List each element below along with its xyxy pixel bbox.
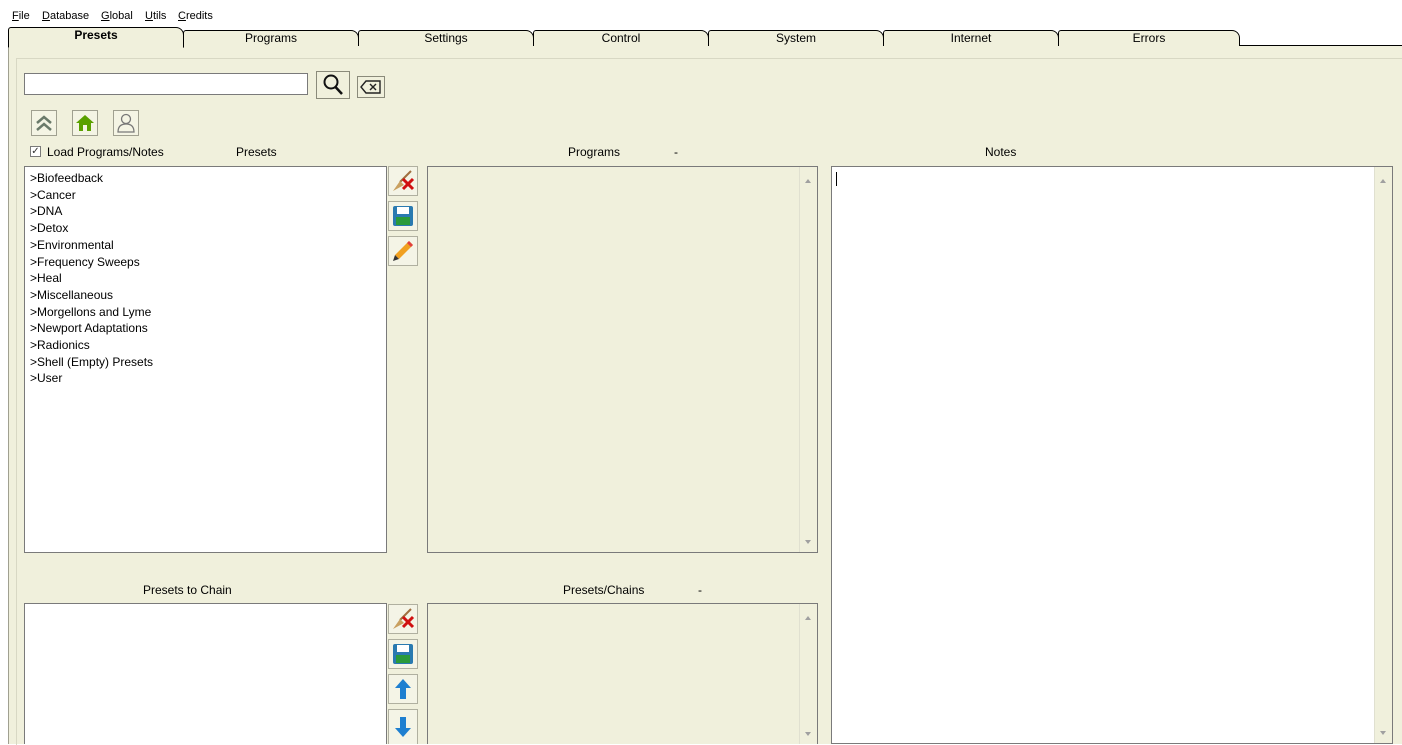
menu-utils[interactable]: Utils (145, 10, 166, 22)
list-item[interactable]: >Miscellaneous (25, 287, 386, 304)
notes-scrollbar[interactable] (1374, 167, 1392, 743)
save-disk-icon (393, 206, 413, 226)
clear-search-button[interactable] (357, 76, 385, 98)
scroll-up-icon[interactable] (805, 179, 811, 183)
tab-internet[interactable]: Internet (883, 30, 1059, 46)
search-button[interactable] (316, 71, 350, 99)
broom-delete-icon (393, 608, 415, 629)
save-preset-button[interactable] (388, 201, 418, 231)
menu-global[interactable]: Global (101, 10, 133, 22)
programs-count: - (674, 145, 678, 159)
collapse-up-button[interactable] (31, 110, 57, 136)
list-item[interactable]: >Heal (25, 270, 386, 287)
home-icon (76, 115, 94, 131)
scroll-up-icon[interactable] (1380, 179, 1386, 183)
presets-to-chain-list[interactable] (24, 603, 387, 744)
programs-list[interactable] (427, 166, 818, 553)
menu-database[interactable]: Database (42, 10, 89, 22)
presets-chains-count: - (698, 583, 702, 597)
menu-file[interactable]: File (12, 10, 30, 22)
presets-list[interactable]: >Biofeedback >Cancer >DNA >Detox >Enviro… (24, 166, 387, 553)
list-item[interactable]: >Shell (Empty) Presets (25, 354, 386, 371)
list-item[interactable]: >Cancer (25, 187, 386, 204)
edit-preset-button[interactable] (388, 236, 418, 266)
list-item[interactable]: >Newport Adaptations (25, 320, 386, 337)
list-item[interactable]: >DNA (25, 203, 386, 220)
presets-to-chain-title: Presets to Chain (143, 583, 232, 597)
list-item[interactable]: >Radionics (25, 337, 386, 354)
scroll-down-icon[interactable] (805, 540, 811, 544)
save-disk-icon (393, 644, 413, 664)
scroll-up-icon[interactable] (805, 616, 811, 620)
text-caret (836, 172, 837, 186)
tab-control[interactable]: Control (533, 30, 709, 46)
pencil-edit-icon (393, 241, 413, 261)
move-up-button[interactable] (388, 674, 418, 704)
load-programs-notes-checkbox[interactable]: ✓ (30, 146, 41, 157)
user-button[interactable] (113, 110, 139, 136)
list-item[interactable]: >Morgellons and Lyme (25, 304, 386, 321)
save-chain-button[interactable] (388, 639, 418, 669)
move-down-button[interactable] (388, 709, 418, 744)
scroll-down-icon[interactable] (805, 732, 811, 736)
list-item[interactable]: >Biofeedback (25, 170, 386, 187)
menu-bar: File Database Global Utils Credits (0, 0, 1402, 22)
presets-chains-list[interactable] (427, 603, 818, 744)
list-item[interactable]: >Environmental (25, 237, 386, 254)
arrow-up-icon (395, 679, 411, 699)
tab-errors[interactable]: Errors (1058, 30, 1240, 46)
tab-system[interactable]: System (708, 30, 884, 46)
tab-programs[interactable]: Programs (183, 30, 359, 46)
presets-title: Presets (236, 145, 277, 159)
delete-preset-button[interactable] (388, 166, 418, 196)
list-item[interactable]: >Frequency Sweeps (25, 254, 386, 271)
chains-scrollbar[interactable] (799, 604, 817, 744)
presets-chains-title: Presets/Chains (563, 583, 645, 597)
home-button[interactable] (72, 110, 98, 136)
list-item[interactable]: >Detox (25, 220, 386, 237)
notes-textarea[interactable] (831, 166, 1393, 744)
programs-scrollbar[interactable] (799, 167, 817, 552)
list-item[interactable]: >User (25, 370, 386, 387)
menu-credits[interactable]: Credits (178, 10, 213, 22)
scroll-down-icon[interactable] (1380, 731, 1386, 735)
load-programs-notes-label: Load Programs/Notes (47, 145, 164, 159)
backspace-clear-icon (360, 80, 381, 94)
magnifier-icon (323, 74, 343, 95)
user-icon (117, 113, 135, 133)
programs-title: Programs (568, 145, 621, 159)
tab-settings[interactable]: Settings (358, 30, 534, 46)
notes-title: Notes (985, 145, 1017, 159)
arrow-down-icon (395, 717, 411, 737)
search-input[interactable] (24, 73, 308, 95)
broom-delete-icon (393, 170, 415, 191)
delete-chain-button[interactable] (388, 604, 418, 634)
double-chevron-up-icon (36, 115, 52, 131)
tab-presets[interactable]: Presets (8, 27, 184, 48)
